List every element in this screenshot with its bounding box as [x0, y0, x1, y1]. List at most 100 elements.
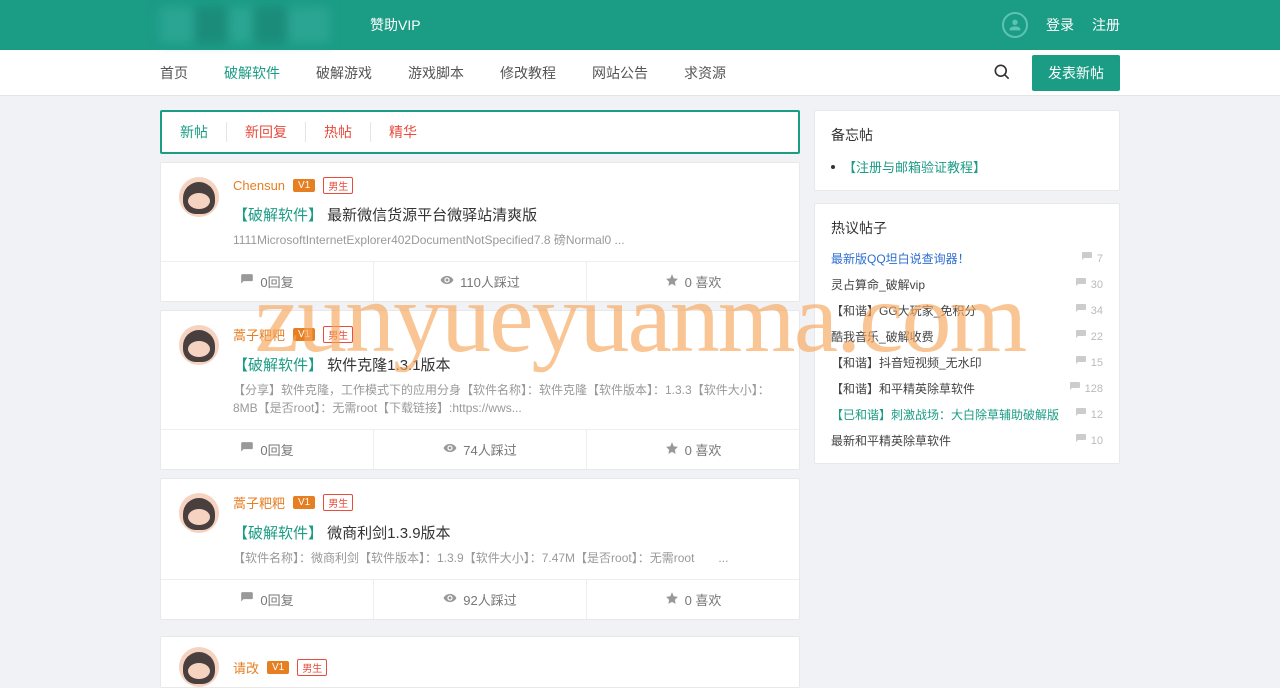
hot-post-link[interactable]: 灵占算命_破解vip: [831, 276, 925, 293]
search-icon[interactable]: [992, 62, 1012, 85]
eye-icon: [440, 273, 454, 290]
comment-icon: [1075, 303, 1087, 318]
comment-icon: [1075, 433, 1087, 448]
hot-post-link[interactable]: 【和谐】抖音短视频_无水印: [831, 354, 982, 371]
eye-icon: [443, 441, 457, 458]
comment-icon: [1075, 277, 1087, 292]
replies-stat[interactable]: 0回复: [161, 262, 374, 301]
hot-post-count: 12: [1091, 409, 1103, 421]
hot-post-count: 22: [1091, 331, 1103, 343]
level-badge: V1: [293, 328, 315, 341]
post-excerpt: 【软件名称】：微商利剑【软件版本】：1.3.9【软件大小】：7.47M【是否ro…: [233, 549, 781, 567]
level-badge: V1: [293, 496, 315, 509]
hot-post-count: 34: [1091, 305, 1103, 317]
hot-post-item: 灵占算命_破解vip 30: [831, 276, 1103, 293]
memo-title: 备忘帖: [831, 125, 1103, 145]
bullet-icon: [831, 165, 835, 169]
nav-item-5[interactable]: 网站公告: [592, 63, 648, 83]
hot-post-item: 最新版QQ坦白说查询器！ 7: [831, 250, 1103, 267]
memo-link[interactable]: 【注册与邮箱验证教程】: [843, 157, 986, 176]
avatar[interactable]: [179, 325, 219, 365]
comment-icon: [1075, 407, 1087, 422]
hot-post-item: 【和谐】抖音短视频_无水印15: [831, 354, 1103, 371]
nav-item-3[interactable]: 游戏脚本: [408, 63, 464, 83]
comment-icon: [240, 591, 254, 608]
hot-post-count: 10: [1091, 435, 1103, 447]
register-link[interactable]: 注册: [1092, 15, 1120, 35]
hot-post-count: 128: [1085, 383, 1103, 395]
comment-icon: [1075, 355, 1087, 370]
views-stat[interactable]: 110人踩过: [374, 262, 587, 301]
post-title[interactable]: 【破解软件】 软件克隆1.3.1版本: [233, 354, 781, 375]
hot-post-item: 最新和平精英除草软件 10: [831, 432, 1103, 449]
comment-icon: [1069, 381, 1081, 396]
star-icon: [665, 441, 679, 458]
hot-post-item: 【和谐】GG大玩家_免积分 34: [831, 302, 1103, 319]
hot-post-count: 30: [1091, 279, 1103, 291]
login-link[interactable]: 登录: [1046, 15, 1074, 35]
hot-post-link[interactable]: 【和谐】和平精英除草软件: [831, 380, 975, 397]
filter-tab-2[interactable]: 热帖: [306, 122, 371, 142]
gender-badge: 男生: [297, 659, 327, 676]
new-post-button[interactable]: 发表新帖: [1032, 55, 1120, 91]
hot-post-item: 【和谐】和平精英除草软件 128: [831, 380, 1103, 397]
hot-post-link[interactable]: 最新和平精英除草软件: [831, 432, 951, 449]
nav-item-0[interactable]: 首页: [160, 63, 188, 83]
site-logo[interactable]: [160, 7, 330, 43]
hot-post-link[interactable]: 最新版QQ坦白说查询器！: [831, 250, 970, 267]
likes-stat[interactable]: 0 喜欢: [587, 580, 799, 619]
hot-posts-card: 热议帖子 最新版QQ坦白说查询器！ 7 灵占算命_破解vip 30 【和谐】GG大玩家_…: [814, 203, 1120, 464]
hot-post-link[interactable]: 【已和谐】刺激战场：大白除草辅助破解版: [831, 406, 1059, 423]
views-stat[interactable]: 74人踩过: [374, 430, 587, 469]
post-title[interactable]: 【破解软件】 微商利剑1.3.9版本: [233, 522, 781, 543]
level-badge: V1: [293, 179, 315, 192]
gender-badge: 男生: [323, 177, 353, 194]
avatar[interactable]: [179, 177, 219, 217]
star-icon: [665, 591, 679, 608]
views-stat[interactable]: 92人踩过: [374, 580, 587, 619]
replies-stat[interactable]: 0回复: [161, 580, 374, 619]
author-name[interactable]: 蒿子粑粑: [233, 325, 285, 344]
eye-icon: [443, 591, 457, 608]
filter-tabs: 新帖新回复热帖精华: [160, 110, 800, 154]
star-icon: [665, 273, 679, 290]
sponsor-link[interactable]: 赞助VIP: [370, 15, 421, 35]
hot-post-count: 7: [1097, 253, 1103, 265]
post-card: 蒿子粑粑 V1 男生【破解软件】 软件克隆1.3.1版本【分享】软件克隆，工作模式下…: [160, 310, 800, 470]
post-card: Chensun V1 男生【破解软件】 最新微信货源平台微驿站清爽版 1111Micr…: [160, 162, 800, 302]
user-icon[interactable]: [1002, 12, 1028, 38]
level-badge: V1: [267, 661, 289, 674]
replies-stat[interactable]: 0回复: [161, 430, 374, 469]
nav-item-4[interactable]: 修改教程: [500, 63, 556, 83]
hot-post-link[interactable]: 酷我音乐_破解收费: [831, 328, 934, 345]
post-title[interactable]: 【破解软件】 最新微信货源平台微驿站清爽版: [233, 204, 781, 225]
nav-item-1[interactable]: 破解软件: [224, 63, 280, 83]
likes-stat[interactable]: 0 喜欢: [587, 430, 799, 469]
gender-badge: 男生: [323, 326, 353, 343]
comment-icon: [1075, 329, 1087, 344]
avatar[interactable]: [179, 493, 219, 533]
comment-icon: [240, 273, 254, 290]
nav-item-2[interactable]: 破解游戏: [316, 63, 372, 83]
filter-tab-3[interactable]: 精华: [371, 122, 435, 142]
gender-badge: 男生: [323, 494, 353, 511]
post-card-partial: 请改 V1 男生: [160, 636, 800, 688]
hot-posts-title: 热议帖子: [831, 218, 1103, 238]
hot-post-link[interactable]: 【和谐】GG大玩家_免积分: [831, 302, 976, 319]
avatar[interactable]: [179, 647, 219, 687]
hot-post-item: 酷我音乐_破解收费 22: [831, 328, 1103, 345]
hot-post-item: 【已和谐】刺激战场：大白除草辅助破解版 12: [831, 406, 1103, 423]
post-card: 蒿子粑粑 V1 男生【破解软件】 微商利剑1.3.9版本【软件名称】：微商利剑【软件…: [160, 478, 800, 620]
author-name[interactable]: Chensun: [233, 178, 285, 193]
post-excerpt: 【分享】软件克隆，工作模式下的应用分身【软件名称】：软件克隆【软件版本】：1.3…: [233, 381, 781, 417]
likes-stat[interactable]: 0 喜欢: [587, 262, 799, 301]
author-name[interactable]: 蒿子粑粑: [233, 493, 285, 512]
comment-icon: [240, 441, 254, 458]
comment-icon: [1081, 251, 1093, 266]
filter-tab-0[interactable]: 新帖: [180, 122, 227, 142]
author-name[interactable]: 请改: [233, 658, 259, 677]
post-excerpt: 1111MicrosoftInternetExplorer402Document…: [233, 231, 781, 249]
filter-tab-1[interactable]: 新回复: [227, 122, 306, 142]
memo-card: 备忘帖 【注册与邮箱验证教程】: [814, 110, 1120, 191]
nav-item-6[interactable]: 求资源: [684, 63, 726, 83]
